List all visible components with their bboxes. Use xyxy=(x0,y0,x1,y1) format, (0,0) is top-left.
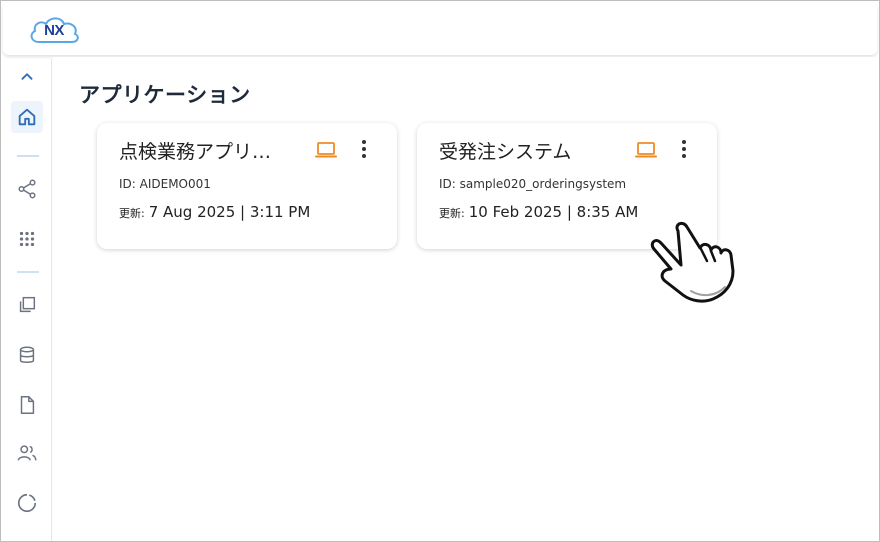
loading-icon xyxy=(17,493,37,513)
sidebar-item-database[interactable] xyxy=(11,339,43,371)
page-title: アプリケーション xyxy=(79,83,251,107)
updated-label: 更新: xyxy=(119,207,145,220)
app-card[interactable]: 点検業務アプリ… ID: AIDEMO001 更新: 7 Aug 2025 | 3… xyxy=(97,123,397,249)
pointing-hand-cursor-icon xyxy=(650,221,735,303)
chevron-up-icon xyxy=(21,73,33,80)
updated-value: 10 Feb 2025 | 8:35 AM xyxy=(468,203,639,221)
sidebar xyxy=(3,59,52,541)
app-card-updated: 更新: 7 Aug 2025 | 3:11 PM xyxy=(119,203,310,221)
updated-value: 7 Aug 2025 | 3:11 PM xyxy=(148,203,311,221)
app-card-title: 点検業務アプリ… xyxy=(119,141,272,163)
document-icon xyxy=(20,396,35,414)
sidebar-divider xyxy=(17,155,39,157)
home-icon xyxy=(18,108,36,126)
sidebar-item-document[interactable] xyxy=(11,389,43,421)
logo-text: NX xyxy=(44,22,64,39)
sidebar-divider xyxy=(17,271,39,273)
app-card-id: ID: AIDEMO001 xyxy=(119,177,211,191)
grid-icon xyxy=(19,231,35,247)
sidebar-collapse-button[interactable] xyxy=(11,61,43,93)
sidebar-item-loading[interactable] xyxy=(11,487,43,519)
share-icon xyxy=(18,179,36,199)
app-card-updated: 更新: 10 Feb 2025 | 8:35 AM xyxy=(439,203,638,221)
updated-label: 更新: xyxy=(439,207,465,220)
copy-icon xyxy=(19,296,36,313)
sidebar-item-users[interactable] xyxy=(11,437,43,469)
database-icon xyxy=(19,346,35,363)
sidebar-item-home[interactable] xyxy=(11,101,43,133)
app-card-title: 受発注システム xyxy=(439,141,572,163)
more-options-icon[interactable] xyxy=(677,137,691,161)
users-icon xyxy=(17,445,37,461)
sidebar-item-copy[interactable] xyxy=(11,289,43,321)
app-card-id: ID: sample020_orderingsystem xyxy=(439,177,627,191)
sidebar-item-apps[interactable] xyxy=(11,223,43,255)
more-options-icon[interactable] xyxy=(357,137,371,161)
app-window: NX アプリケーション 点検業務アプリ… ID: AIDEMO001 更新: 7… xyxy=(0,0,880,542)
sidebar-item-share[interactable] xyxy=(11,173,43,205)
laptop-icon[interactable] xyxy=(315,141,337,159)
top-bar: NX xyxy=(3,3,877,55)
laptop-icon[interactable] xyxy=(635,141,657,159)
main-content: アプリケーション 点検業務アプリ… ID: AIDEMO001 更新: 7 Aug… xyxy=(53,57,879,541)
nx-logo[interactable]: NX xyxy=(27,15,81,45)
